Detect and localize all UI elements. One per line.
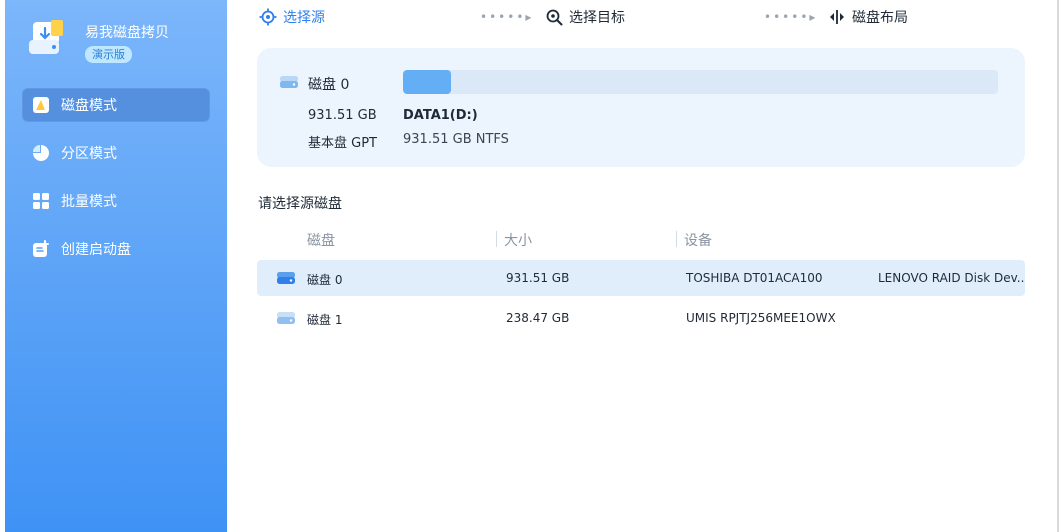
column-divider[interactable] (496, 231, 497, 247)
sidebar: 易我磁盘拷贝 演示版 磁盘模式 分区模式 批量模式 创建启动盘 (5, 0, 227, 532)
step-select-source[interactable]: 选择源 (259, 6, 325, 28)
grid-icon (33, 193, 49, 209)
sidebar-item-label: 批量模式 (61, 194, 117, 210)
row-disk-size: 931.51 GB (506, 271, 570, 285)
column-header-size[interactable]: 大小 (504, 230, 532, 250)
app-name: 易我磁盘拷贝 (85, 25, 169, 41)
table-row[interactable]: 磁盘 1 238.47 GB UMIS RPJTJ256MEE1OWX (257, 300, 1025, 336)
column-header-disk[interactable]: 磁盘 (307, 230, 335, 250)
disk-icon (280, 76, 298, 88)
layout-arrows-icon (830, 10, 844, 24)
disk-mode-icon (33, 97, 49, 113)
partition-label: DATA1(D:) (403, 108, 478, 123)
row-disk-device: TOSHIBA DT01ACA100 (686, 271, 823, 285)
step-label: 选择源 (283, 10, 325, 26)
sidebar-item-label: 磁盘模式 (61, 98, 117, 114)
step-label: 选择目标 (569, 10, 625, 26)
step-separator: •••••▸ (764, 10, 818, 24)
section-title: 请选择源磁盘 (258, 196, 342, 212)
source-disk-size: 931.51 GB (308, 108, 377, 123)
row-disk-device: UMIS RPJTJ256MEE1OWX (686, 311, 836, 325)
table-row[interactable]: 磁盘 0 931.51 GB TOSHIBA DT01ACA100 LENOVO… (257, 260, 1025, 296)
row-disk-extra: LENOVO RAID Disk Dev... (878, 271, 1025, 285)
boot-disk-icon (33, 240, 49, 257)
sidebar-item-create-boot-disk[interactable]: 创建启动盘 (22, 232, 210, 266)
row-disk-name: 磁盘 0 (307, 273, 343, 287)
pie-chart-icon (33, 145, 49, 161)
sidebar-item-batch-mode[interactable]: 批量模式 (22, 184, 210, 218)
step-label: 磁盘布局 (852, 10, 908, 26)
target-icon (259, 8, 277, 26)
row-disk-size: 238.47 GB (506, 311, 570, 325)
edition-badge: 演示版 (85, 46, 132, 63)
source-disk-name: 磁盘 0 (308, 77, 350, 93)
step-disk-layout[interactable]: 磁盘布局 (828, 6, 908, 28)
row-disk-name: 磁盘 1 (307, 313, 343, 327)
sidebar-item-partition-mode[interactable]: 分区模式 (22, 136, 210, 170)
search-target-icon (546, 9, 563, 26)
sidebar-item-label: 分区模式 (61, 146, 117, 162)
column-header-device[interactable]: 设备 (684, 230, 712, 250)
disk-icon (277, 312, 295, 324)
partition-info: 931.51 GB NTFS (403, 132, 509, 147)
source-disk-card: 磁盘 0 931.51 GB 基本盘 GPT DATA1(D:) 931.51 … (257, 48, 1025, 167)
step-select-target[interactable]: 选择目标 (545, 6, 625, 28)
source-disk-type: 基本盘 GPT (308, 136, 377, 151)
disk-icon (277, 272, 295, 284)
sidebar-item-disk-mode[interactable]: 磁盘模式 (22, 88, 210, 122)
app-logo-icon (29, 20, 63, 54)
partition-usage-bar (403, 70, 998, 94)
sidebar-item-label: 创建启动盘 (61, 242, 131, 258)
column-divider[interactable] (676, 231, 677, 247)
partition-usage-fill (403, 70, 451, 94)
step-separator: •••••▸ (480, 10, 534, 24)
window-edge (1057, 0, 1059, 532)
